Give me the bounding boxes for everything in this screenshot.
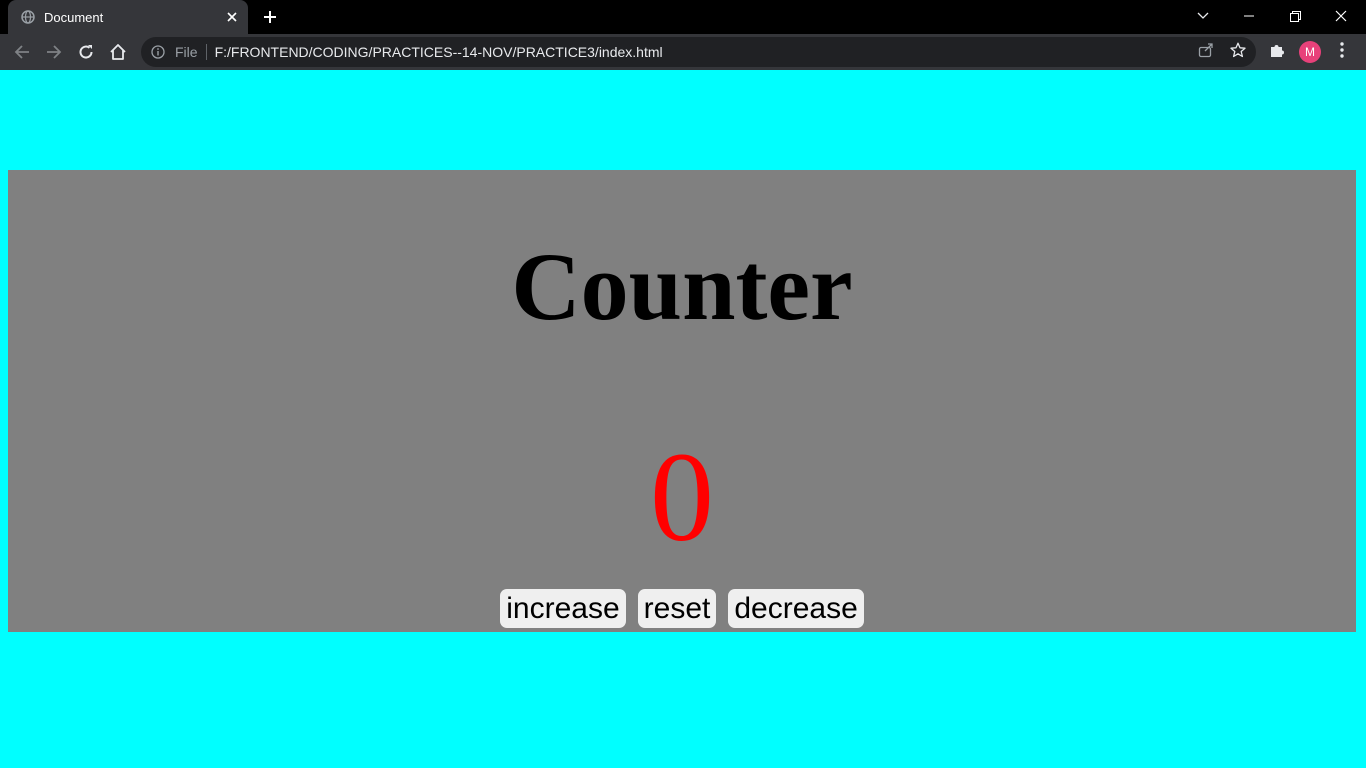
restore-button[interactable] [1272, 0, 1318, 32]
share-button[interactable] [1197, 41, 1215, 59]
restore-icon [1289, 10, 1301, 22]
close-icon[interactable] [224, 9, 240, 25]
decrease-button[interactable]: decrease [728, 589, 864, 628]
arrow-left-icon [14, 45, 29, 59]
address-divider [205, 44, 207, 60]
browser-menu-button[interactable] [1333, 41, 1351, 59]
share-icon [1198, 43, 1213, 58]
reload-icon [79, 45, 93, 59]
more-vertical-icon [1340, 42, 1344, 58]
globe-icon [20, 9, 36, 25]
tab-title: Document [44, 9, 104, 25]
home-icon [110, 44, 126, 60]
star-icon [1230, 42, 1246, 58]
minimize-icon [1244, 15, 1254, 17]
reload-button[interactable] [74, 40, 98, 64]
info-icon[interactable] [150, 44, 166, 60]
plus-icon [264, 11, 276, 23]
tab-search-button[interactable] [1180, 0, 1226, 32]
increase-button[interactable]: increase [500, 589, 626, 628]
home-button[interactable] [106, 40, 130, 64]
profile-avatar[interactable]: M [1299, 41, 1321, 63]
browser-toolbar: File F:/FRONTEND/CODING/PRACTICES--14-NO… [0, 34, 1366, 70]
counter-value: 0 [650, 426, 714, 568]
minimize-button[interactable] [1226, 0, 1272, 32]
reset-button[interactable]: reset [637, 589, 717, 628]
back-button[interactable] [10, 40, 34, 64]
forward-button[interactable] [42, 40, 66, 64]
bookmark-button[interactable] [1229, 41, 1247, 59]
extensions-button[interactable] [1268, 41, 1286, 59]
button-row: increase reset decrease [8, 589, 1356, 628]
new-tab-button[interactable] [260, 7, 280, 27]
url-text[interactable]: F:/FRONTEND/CODING/PRACTICES--14-NOV/PRA… [215, 44, 1256, 60]
address-bar[interactable]: File F:/FRONTEND/CODING/PRACTICES--14-NO… [141, 37, 1256, 67]
arrow-right-icon [47, 45, 62, 59]
puzzle-icon [1271, 45, 1284, 57]
counter-container: Counter 0 increase reset decrease [8, 170, 1356, 632]
close-icon [1335, 10, 1347, 22]
page-title: Counter [511, 233, 853, 340]
tab-strip: Document [0, 0, 1366, 34]
window-close-button[interactable] [1318, 0, 1364, 32]
tab-document[interactable]: Document [8, 0, 248, 34]
chevron-down-icon [1197, 12, 1209, 19]
scheme-label: File [175, 44, 198, 60]
